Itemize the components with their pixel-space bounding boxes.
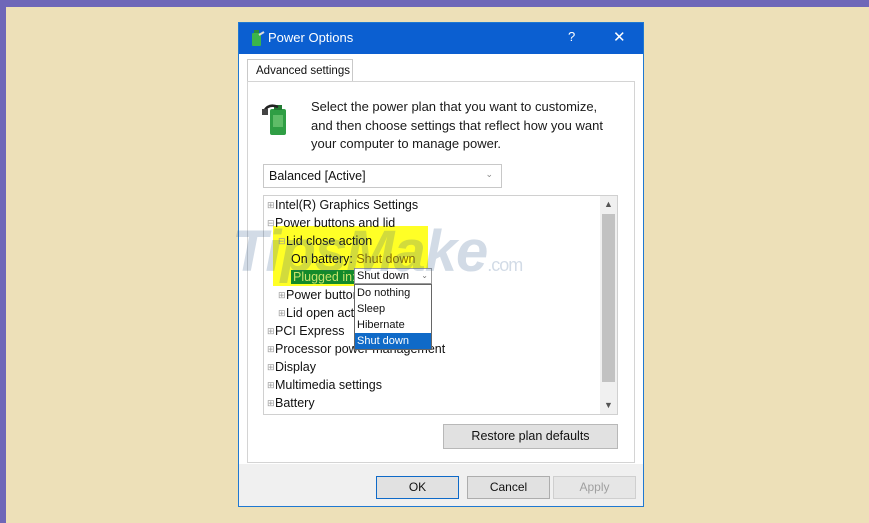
tree-item-intel-graphics[interactable]: ⊞Intel(R) Graphics Settings: [267, 196, 418, 214]
expand-icon[interactable]: ⊞: [267, 196, 275, 214]
expand-icon[interactable]: ⊞: [267, 394, 275, 412]
tree-item-label: Power buttons and lid: [275, 216, 396, 230]
expand-icon[interactable]: ⊞: [278, 286, 286, 304]
option-shut-down[interactable]: Shut down: [355, 333, 431, 349]
apply-button[interactable]: Apply: [553, 476, 636, 499]
power-plan-select[interactable]: Balanced [Active] ⌄: [263, 164, 502, 188]
ok-button[interactable]: OK: [376, 476, 459, 499]
tree-item-power-buttons-lid[interactable]: ⊟Power buttons and lid: [267, 214, 395, 232]
plugged-in-dropdown[interactable]: Do nothing Sleep Hibernate Shut down: [354, 284, 432, 350]
restore-plan-defaults-button[interactable]: Restore plan defaults: [443, 424, 618, 449]
frame-top-border: [0, 0, 869, 7]
plugged-in-combo[interactable]: Shut down ⌄: [354, 268, 432, 284]
tab-advanced-settings[interactable]: Advanced settings: [247, 59, 353, 82]
tree-item-pci-express[interactable]: ⊞PCI Express: [267, 322, 344, 340]
cancel-button[interactable]: Cancel: [467, 476, 550, 499]
option-hibernate[interactable]: Hibernate: [355, 317, 431, 333]
tree-item-label: Battery: [275, 396, 315, 410]
tree-item-label: PCI Express: [275, 324, 345, 338]
tree-item-label: Multimedia settings: [275, 378, 382, 392]
tree-scrollbar[interactable]: ▲ ▼: [600, 196, 617, 414]
on-battery-label: On battery:: [291, 252, 353, 266]
intro-text: Select the power plan that you want to c…: [311, 99, 603, 151]
frame-left-border: [0, 0, 6, 523]
tree-item-multimedia[interactable]: ⊞Multimedia settings: [267, 376, 382, 394]
collapse-icon[interactable]: ⊟: [267, 214, 275, 232]
expand-icon[interactable]: ⊞: [267, 376, 275, 394]
tree-item-power-button[interactable]: ⊞Power button: [278, 286, 360, 304]
settings-tree[interactable]: ⊞Intel(R) Graphics Settings ⊟Power butto…: [263, 195, 618, 415]
battery-plug-icon: [252, 30, 265, 46]
tree-item-plugged-in[interactable]: Plugged in:: [291, 268, 358, 286]
chevron-down-icon: ⌄: [421, 271, 428, 280]
help-button[interactable]: ?: [568, 29, 575, 44]
expand-icon[interactable]: ⊞: [267, 358, 275, 376]
option-sleep[interactable]: Sleep: [355, 301, 431, 317]
tree-item-label: Power button: [286, 288, 360, 302]
close-button[interactable]: ✕: [613, 28, 626, 46]
power-plan-icon: [262, 104, 286, 135]
tree-item-on-battery[interactable]: On battery: Shut down: [291, 250, 415, 268]
option-do-nothing[interactable]: Do nothing: [355, 285, 431, 301]
on-battery-value[interactable]: Shut down: [356, 252, 415, 266]
tree-item-label: Lid close action: [286, 234, 373, 248]
scroll-down-icon[interactable]: ▼: [600, 397, 617, 414]
window-title: Power Options: [268, 30, 354, 45]
tree-item-label: Lid open actio: [286, 306, 364, 320]
plugged-in-value: Shut down: [357, 270, 409, 282]
scroll-thumb[interactable]: [602, 214, 615, 382]
scroll-up-icon[interactable]: ▲: [600, 196, 617, 213]
tree-item-battery[interactable]: ⊞Battery: [267, 394, 315, 412]
tree-item-display[interactable]: ⊞Display: [267, 358, 316, 376]
expand-icon[interactable]: ⊞: [267, 340, 275, 358]
chevron-down-icon: ⌄: [485, 169, 493, 179]
tree-item-label: Display: [275, 360, 316, 374]
power-options-dialog: Power Options ? ✕ Advanced settings Sele…: [238, 22, 644, 507]
title-bar[interactable]: Power Options ? ✕: [239, 23, 643, 54]
plan-select-value: Balanced [Active]: [269, 169, 366, 183]
tree-item-lid-close-action[interactable]: ⊟Lid close action: [278, 232, 372, 250]
collapse-icon[interactable]: ⊟: [278, 232, 286, 250]
tree-item-lid-open-action[interactable]: ⊞Lid open actio: [278, 304, 364, 322]
tree-item-label: Intel(R) Graphics Settings: [275, 198, 419, 212]
expand-icon[interactable]: ⊞: [267, 322, 275, 340]
expand-icon[interactable]: ⊞: [278, 304, 286, 322]
plugged-in-label: Plugged in:: [291, 270, 358, 284]
